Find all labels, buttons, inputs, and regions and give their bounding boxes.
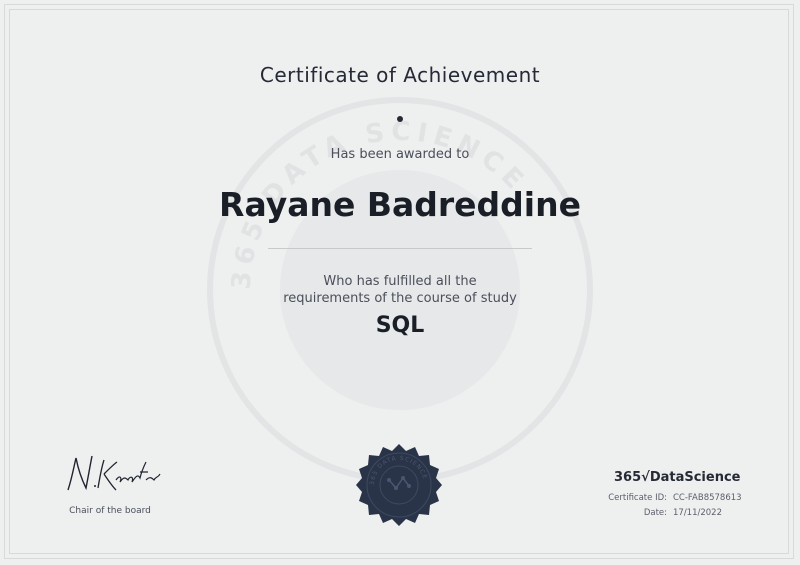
certificate-id-value: CC-FAB8578613	[673, 493, 742, 503]
certificate-page: 365 DATA SCIENCE Certificate of Achievem…	[0, 0, 800, 565]
certificate-id-label: Certificate ID:	[608, 493, 667, 503]
brand-logo-name: DataScience	[649, 470, 741, 485]
title-dot	[397, 116, 403, 122]
brand-logo-number: 365	[614, 470, 642, 485]
recipient-name: Rayane Badreddine	[219, 185, 581, 224]
fulfilled-text: Who has fulfilled all the requirements o…	[0, 273, 800, 307]
awarded-text: Has been awarded to	[330, 147, 470, 162]
certificate-title: Certificate of Achievement	[259, 63, 541, 87]
date-value: 17/11/2022	[673, 508, 722, 518]
course-name: SQL	[375, 313, 425, 338]
fulfilled-line-1: Who has fulfilled all the	[323, 274, 477, 289]
sqrt-icon: √	[641, 470, 650, 485]
date-row: Date: 17/11/2022	[601, 506, 743, 521]
fulfilled-line-2: requirements of the course of study	[283, 291, 517, 306]
certificate-meta: Certificate ID: CC-FAB8578613 Date: 17/11/…	[601, 491, 743, 521]
seal-badge: 365 DATA SCIENCE	[356, 444, 442, 526]
signature-role: Chair of the board	[69, 506, 151, 516]
date-label: Date:	[643, 508, 667, 518]
brand-logo: 365√DataScience	[614, 470, 740, 485]
name-divider	[268, 248, 532, 249]
certificate-id-row: Certificate ID: CC-FAB8578613	[601, 491, 743, 506]
signature-image	[67, 455, 161, 491]
